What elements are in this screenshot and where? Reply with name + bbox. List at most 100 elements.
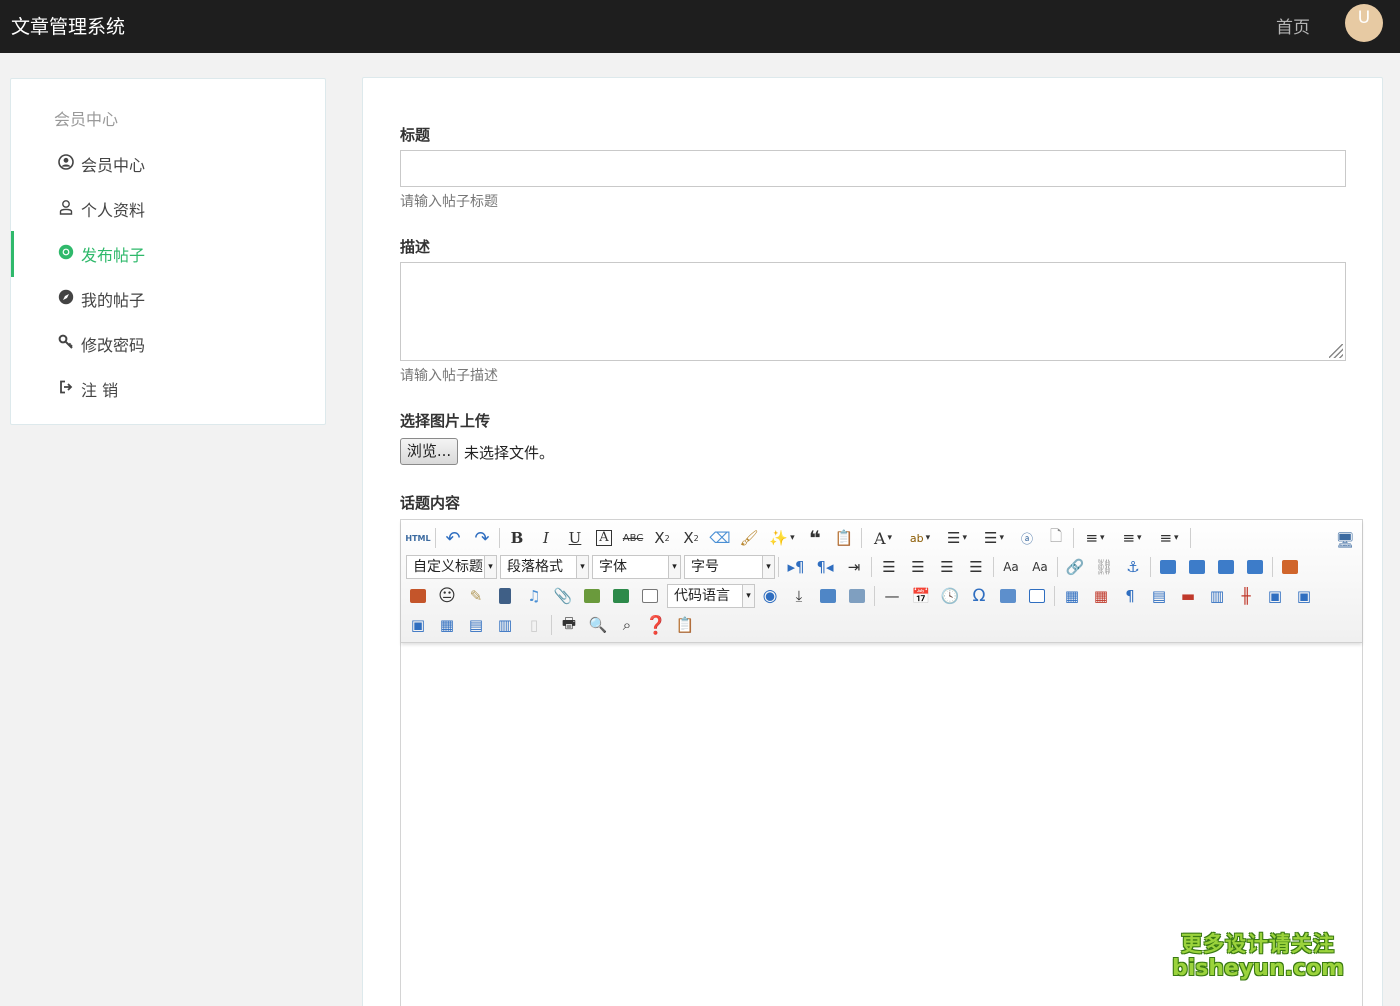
user-avatar[interactable]: U xyxy=(1345,4,1383,42)
google-map-icon[interactable] xyxy=(609,584,633,608)
line-height-icon[interactable]: ≡ xyxy=(1153,526,1185,550)
split-to-rows-icon[interactable]: ▤ xyxy=(464,613,488,637)
ordered-list-icon[interactable]: ☰ xyxy=(941,526,973,550)
row-spacing-bottom-icon[interactable]: ≡ xyxy=(1116,526,1148,550)
brand-title[interactable]: 文章管理系统 xyxy=(11,12,125,39)
insert-table-icon[interactable]: ▦ xyxy=(1060,584,1084,608)
sidebar-item-member-center[interactable]: 会员中心 xyxy=(11,145,325,181)
sidebar-item-logout[interactable]: 注 销 xyxy=(11,370,325,406)
insert-video-icon[interactable] xyxy=(493,584,517,608)
map-icon[interactable] xyxy=(580,584,604,608)
font-border-icon[interactable]: A xyxy=(592,526,616,550)
align-right-icon[interactable]: ☰ xyxy=(935,555,959,579)
merge-down-icon[interactable]: ▣ xyxy=(406,613,430,637)
code-language-select[interactable]: 代码语言 xyxy=(667,584,755,608)
delete-table-icon[interactable]: ▦ xyxy=(1089,584,1113,608)
split-to-cells-icon[interactable]: ▦ xyxy=(435,613,459,637)
preview-icon[interactable]: 🔍 xyxy=(586,613,610,637)
insert-row-icon[interactable]: ▤ xyxy=(1147,584,1171,608)
to-lowercase-icon[interactable]: Aa xyxy=(1028,555,1052,579)
snapscreen-icon[interactable] xyxy=(1025,584,1049,608)
html-source-button[interactable]: HTML xyxy=(405,526,430,550)
blockquote-icon[interactable]: ❝ xyxy=(803,526,827,550)
font-size-select[interactable]: 字号 xyxy=(684,555,775,579)
merge-cells-icon[interactable]: ▣ xyxy=(1263,584,1287,608)
insert-frame-icon[interactable] xyxy=(638,584,662,608)
align-left-icon[interactable]: ☰ xyxy=(877,555,901,579)
unlink-icon[interactable]: ⛓ xyxy=(1092,555,1116,579)
highlight-color-icon[interactable]: ab xyxy=(904,526,936,550)
music-icon[interactable]: ♫ xyxy=(522,584,546,608)
insert-date-icon[interactable]: 📅 xyxy=(909,584,933,608)
home-link[interactable]: 首页 xyxy=(1276,13,1310,38)
delete-col-icon[interactable]: ╫ xyxy=(1234,584,1258,608)
font-color-icon[interactable]: A xyxy=(867,526,899,550)
indent-icon[interactable]: ⇥ xyxy=(842,555,866,579)
align-justify-icon[interactable]: ☰ xyxy=(964,555,988,579)
row-spacing-top-icon[interactable]: ≡ xyxy=(1079,526,1111,550)
description-label: 描述 xyxy=(400,238,431,256)
fullscreen-icon[interactable]: 🖥 xyxy=(1333,528,1357,552)
underline-icon[interactable]: U xyxy=(563,526,587,550)
strikethrough-icon[interactable]: ABC xyxy=(621,526,645,550)
emotion-icon[interactable]: 😐 xyxy=(435,584,459,608)
unordered-list-icon[interactable]: ☰ xyxy=(978,526,1010,550)
insert-time-icon[interactable]: 🕓 xyxy=(938,584,962,608)
sidebar-item-change-password[interactable]: 修改密码 xyxy=(11,325,325,361)
auto-format-icon[interactable]: ✨ xyxy=(766,526,798,550)
image-float-left-icon[interactable] xyxy=(1185,555,1209,579)
insert-paragraph-before-table-icon[interactable]: ¶ xyxy=(1118,584,1142,608)
image-float-right-icon[interactable] xyxy=(1214,555,1238,579)
template-icon[interactable] xyxy=(816,584,840,608)
eraser-icon[interactable]: ⌫ xyxy=(708,526,732,550)
subscript-icon[interactable]: X2 xyxy=(679,526,703,550)
link-icon[interactable]: 🔗 xyxy=(1063,555,1087,579)
resize-handle-icon[interactable] xyxy=(1329,344,1343,358)
description-textarea[interactable] xyxy=(400,262,1346,361)
sidebar-item-profile[interactable]: 个人资料 xyxy=(11,190,325,226)
delete-row-icon[interactable]: ▬ xyxy=(1176,584,1200,608)
title-input[interactable] xyxy=(400,150,1346,187)
browse-button[interactable]: 浏览... xyxy=(400,438,458,465)
format-painter-icon[interactable]: 🖌 xyxy=(737,526,761,550)
italic-icon[interactable]: I xyxy=(534,526,558,550)
insert-col-icon[interactable]: ▥ xyxy=(1205,584,1229,608)
drafts-icon[interactable]: 📋 xyxy=(673,613,697,637)
multi-image-icon[interactable] xyxy=(406,584,430,608)
paragraph-format-select[interactable]: 段落格式 xyxy=(500,555,589,579)
superscript-icon[interactable]: X2 xyxy=(650,526,674,550)
image-float-none-icon[interactable] xyxy=(1156,555,1180,579)
to-uppercase-icon[interactable]: Aa xyxy=(999,555,1023,579)
print-icon[interactable]: 🖶 xyxy=(557,613,581,637)
align-center-icon[interactable]: ☰ xyxy=(906,555,930,579)
horizontal-rule-icon[interactable]: — xyxy=(880,584,904,608)
clear-document-icon[interactable]: 🗋 xyxy=(1044,526,1068,550)
text-direction-rtl-icon[interactable]: ¶◂ xyxy=(813,555,837,579)
attachment-icon[interactable]: 📎 xyxy=(551,584,575,608)
chart-icon[interactable]: ▯ xyxy=(522,613,546,637)
anchor-icon[interactable]: ⚓ xyxy=(1121,555,1145,579)
sidebar-item-publish-post[interactable]: 发布帖子 xyxy=(11,231,325,277)
special-char-icon[interactable]: Ω xyxy=(967,584,991,608)
undo-icon[interactable]: ↶ xyxy=(441,526,465,550)
insert-image-icon[interactable] xyxy=(1278,555,1302,579)
sidebar-item-my-posts[interactable]: 我的帖子 xyxy=(11,280,325,316)
page-break-icon[interactable]: ⤓ xyxy=(787,584,811,608)
merge-right-icon[interactable]: ▣ xyxy=(1292,584,1316,608)
word-image-icon[interactable] xyxy=(996,584,1020,608)
help-icon[interactable]: ❓ xyxy=(644,613,668,637)
sidebar-item-label: 个人资料 xyxy=(81,201,146,220)
background-icon[interactable] xyxy=(845,584,869,608)
scrawl-icon[interactable]: ✎ xyxy=(464,584,488,608)
paste-text-icon[interactable]: 📋 xyxy=(832,526,856,550)
web-app-icon[interactable]: ◉ xyxy=(758,584,782,608)
redo-icon[interactable]: ↷ xyxy=(470,526,494,550)
bold-icon[interactable]: B xyxy=(505,526,529,550)
text-direction-ltr-icon[interactable]: ▸¶ xyxy=(784,555,808,579)
select-all-icon[interactable]: ⓐ xyxy=(1015,526,1039,550)
font-family-select[interactable]: 字体 xyxy=(592,555,681,579)
split-to-cols-icon[interactable]: ▥ xyxy=(493,613,517,637)
search-replace-icon[interactable]: ⌕ xyxy=(615,613,639,637)
custom-heading-select[interactable]: 自定义标题 xyxy=(406,555,497,579)
image-center-icon[interactable] xyxy=(1243,555,1267,579)
